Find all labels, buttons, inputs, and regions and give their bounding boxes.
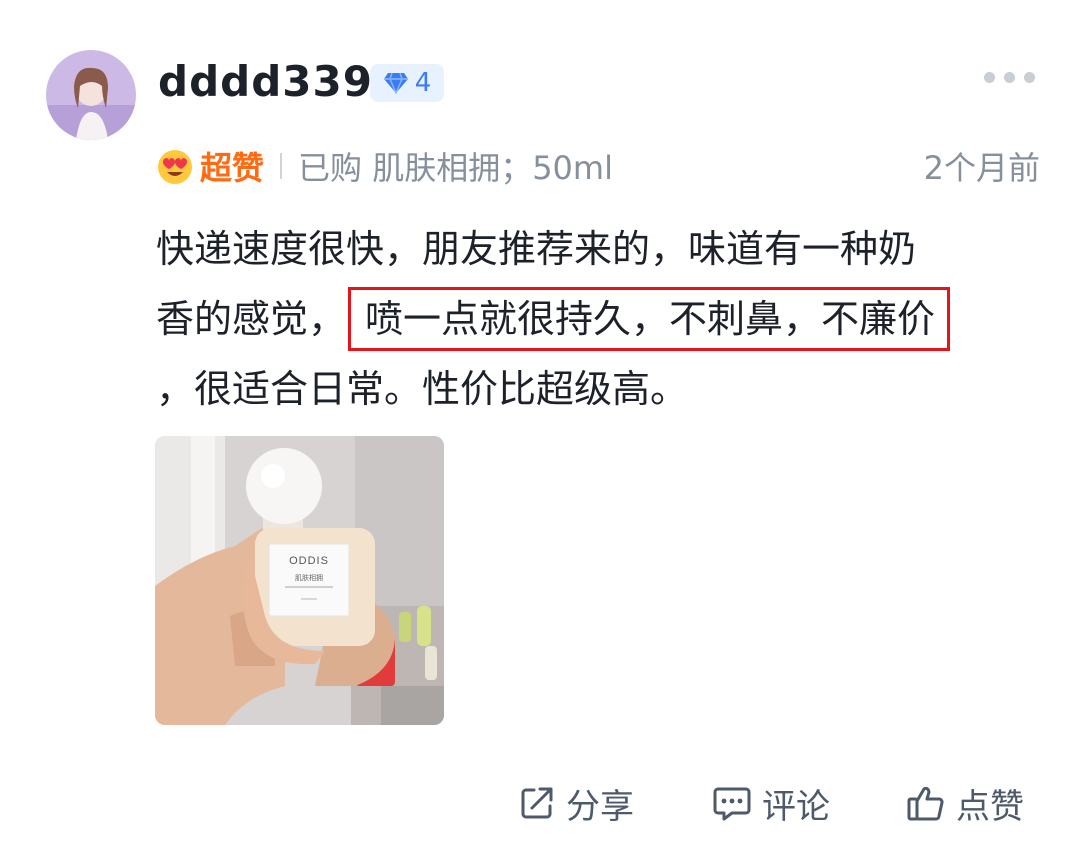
share-label: 分享: [566, 786, 634, 827]
review-text: 快递速度很快，朋友推荐来的，味道有一种奶 香的感觉， 喷一点就很持久，不刺鼻，不廉…: [156, 214, 1056, 424]
username[interactable]: dddd339: [158, 56, 373, 108]
review-line-2: 香的感觉， 喷一点就很持久，不刺鼻，不廉价: [156, 284, 1056, 354]
bottle-product-name: 肌肤相拥: [295, 573, 323, 582]
comment-icon: [713, 787, 751, 821]
heart-eyes-emoji-icon: [158, 150, 192, 184]
comment-label: 评论: [762, 786, 830, 827]
rating-row: 超赞 已购 肌肤相拥；50ml 2个月前: [156, 142, 1046, 190]
diamond-icon: [383, 72, 408, 94]
rating-label: 超赞: [200, 149, 265, 187]
review-photo[interactable]: ODDIS 肌肤相拥: [155, 436, 444, 725]
more-dots-icon[interactable]: [984, 72, 1035, 83]
share-icon: [521, 787, 553, 819]
highlighted-phrase: 喷一点就很持久，不刺鼻，不廉价: [348, 287, 951, 351]
like-label: 点赞: [956, 786, 1024, 827]
like-button[interactable]: 点赞: [906, 778, 1024, 828]
comment-button[interactable]: 评论: [712, 778, 830, 828]
avatar[interactable]: [46, 50, 136, 140]
thumbs-up-icon: [907, 786, 944, 821]
share-button[interactable]: 分享: [518, 778, 634, 828]
bottle-brand: ODDIS: [289, 555, 329, 567]
divider: [280, 153, 283, 179]
review-line-3: ，很适合日常。性价比超级高。: [156, 367, 689, 411]
purchase-info: 已购 肌肤相拥；50ml: [298, 149, 613, 187]
level-badge: 4: [370, 64, 444, 102]
action-bar: 分享 评论 点赞: [0, 778, 1080, 828]
level-number: 4: [414, 68, 432, 98]
review-line-2-prefix: 香的感觉，: [156, 297, 347, 341]
review-time: 2个月前: [923, 149, 1040, 187]
review-line-1: 快递速度很快，朋友推荐来的，味道有一种奶: [156, 227, 917, 271]
review-card: dddd339 4 超赞 已购 肌肤相拥；50ml 2个月前 快递速度很快，朋友…: [0, 0, 1080, 847]
